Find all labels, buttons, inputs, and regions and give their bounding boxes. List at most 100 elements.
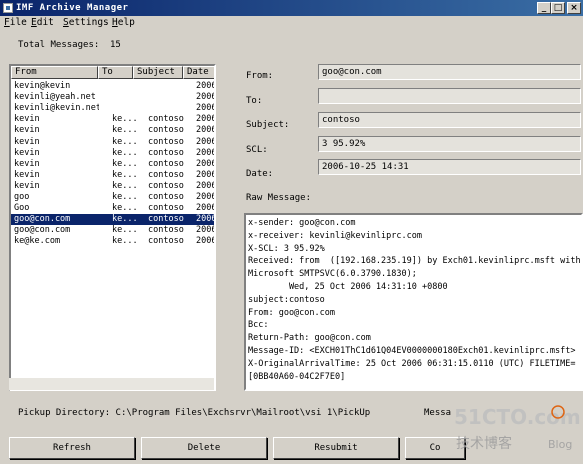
table-row[interactable]: kevinli@yeah.net 2006-1 [11,92,216,103]
subject-label: Subject: [246,120,290,130]
menu-file[interactable]: File [4,17,27,28]
cell-from: kevin@kevin [14,81,71,91]
table-row[interactable]: kevin ke... contoso 2006-1 [11,147,214,159]
scl-field[interactable]: 3 95.92% [318,136,581,152]
total-messages-count: 15 [110,40,121,50]
table-row[interactable]: kevin@kevin 2006-1 [11,81,216,92]
close-button[interactable]: × [567,2,581,14]
table-row[interactable]: kevinli@kevin.net 2006-1 [11,103,216,114]
site-watermark: 51CTO.com 技术博客 Blog [454,405,581,452]
cell-subject: contoso [148,136,184,147]
table-row[interactable]: Goo ke... contoso 2006-1 [11,203,216,214]
cell-subject: contoso [148,236,184,247]
pickup-directory-label: Pickup Directory: C:\Program Files\Exchs… [18,408,371,418]
cell-to: ke... [112,114,138,125]
cell-date: 2006-1 [196,214,216,225]
cell-to: ke... [112,236,138,247]
refresh-button[interactable]: Refresh [9,437,135,459]
table-row[interactable]: kevin ke... contoso 2006-1 [11,125,214,136]
raw-line: Microsoft SMTPSVC(6.0.3790.1830); [248,269,417,280]
cell-from: ke@ke.com [14,236,61,247]
watermark-sub: 技术博客 [456,435,512,452]
cell-date: 2006-1 [196,103,216,114]
cell-from: kevin [14,125,40,136]
cell-to: ke... [112,158,138,169]
delete-button[interactable]: Delete [141,437,267,459]
raw-line: subject:contoso [248,294,325,305]
cell-date: 2006-1 [196,203,216,214]
cell-from: Goo [14,203,30,214]
cell-date: 2006-1 [196,81,216,91]
raw-line: Message-ID: <EXCH01ThC1d61Q04EV000000018… [248,346,576,356]
cell-from: kevin [14,147,40,158]
cell-to: ke... [112,169,138,180]
table-row[interactable]: kevin ke... contoso 2006-1 [11,180,216,192]
refresh-button-label: Refresh [53,443,91,453]
watermark-blog: Blog [548,438,572,451]
column-subject[interactable]: Subject [133,66,183,79]
cell-subject: contoso [148,114,184,125]
raw-line: X-SCL: 3 95.92% [248,243,325,254]
raw-message-label: Raw Message: [246,193,312,203]
raw-line: Return-Path: goo@con.com [248,333,371,344]
raw-line: Bcc: [248,320,269,331]
cell-to: ke... [112,214,138,225]
subject-field[interactable]: contoso [318,112,581,128]
raw-line: X-OriginalArrivalTime: 25 Oct 2006 06:31… [248,358,576,369]
cell-date: 2006-1 [196,169,216,180]
cell-from: kevin [14,136,40,147]
cell-date: 2006-1 [196,236,216,247]
cell-subject: contoso [148,225,184,236]
table-row[interactable]: kevin ke... contoso 2006-1 [11,158,214,170]
cell-to: ke... [112,225,138,236]
cell-date: 2006-1 [196,92,216,103]
table-row[interactable]: kevin ke... contoso 2006-1 [11,136,214,148]
cell-from: kevin [14,169,40,180]
cell-to: ke... [112,192,138,202]
resubmit-button-label: Resubmit [314,443,358,453]
total-messages-label: Total Messages: [18,40,100,50]
maximize-button[interactable]: □ [551,2,565,14]
cell-from: kevin [14,158,40,169]
table-row[interactable]: kevin ke... contoso 2006-1 [11,114,214,125]
copy-button-label: Co [429,443,441,453]
cell-from: kevin [14,114,40,125]
title-bar: IMF Archive Manager _ □ × [0,0,583,16]
cell-to: ke... [112,147,138,158]
raw-line: x-receiver: kevinli@kevinliprc.com [248,230,422,241]
cell-to: ke... [112,180,138,191]
menu-settings[interactable]: Settings [63,17,109,28]
message-list[interactable]: From To Subject Date kevin@kevin2006-1ke… [9,64,216,391]
cell-date: 2006-1 [196,180,216,191]
menu-edit[interactable]: Edit [31,17,54,28]
minimize-button[interactable]: _ [537,2,551,14]
to-field[interactable] [318,88,581,104]
delete-button-label: Delete [187,443,221,453]
column-from[interactable]: From [11,66,98,79]
list-horizontal-scrollbar[interactable] [9,378,214,390]
raw-message-textbox[interactable]: x-sender: goo@con.com x-receiver: kevinli… [244,213,583,391]
raw-line: From: goo@con.com [248,307,335,318]
raw-line: Received: from ([192.168.235.19]) by Exc… [248,256,581,267]
cell-subject: contoso [148,180,184,191]
from-label: From: [246,71,274,81]
menu-help[interactable]: Help [112,17,135,28]
column-to[interactable]: To [98,66,133,79]
cell-from: goo@con.com [14,214,71,225]
table-row[interactable]: goo@con.com ke... contoso 2006-1 [11,214,216,226]
date-field[interactable]: 2006-10-25 14:31 [318,159,581,175]
cell-from: kevinli@kevin.net [14,103,99,114]
to-label: To: [246,96,263,106]
from-field[interactable]: goo@con.com [318,64,581,80]
table-row[interactable]: goo ke... contoso 2006-1 [11,192,214,203]
resubmit-button[interactable]: Resubmit [273,437,399,459]
column-date[interactable]: Date [183,66,214,79]
window-title: IMF Archive Manager [16,3,129,13]
cell-from: goo@con.com [14,225,71,236]
cell-to: ke... [112,203,138,214]
raw-line: [0BB40A60-04C2F7E0] [248,371,346,382]
scl-label: SCL: [246,145,268,155]
table-row[interactable]: goo@con.com ke... contoso 2006-1 [11,225,214,236]
table-row[interactable]: ke@ke.com ke... contoso 2006-1 [11,236,216,247]
table-row[interactable]: kevin ke... contoso 2006-1 [11,169,216,181]
